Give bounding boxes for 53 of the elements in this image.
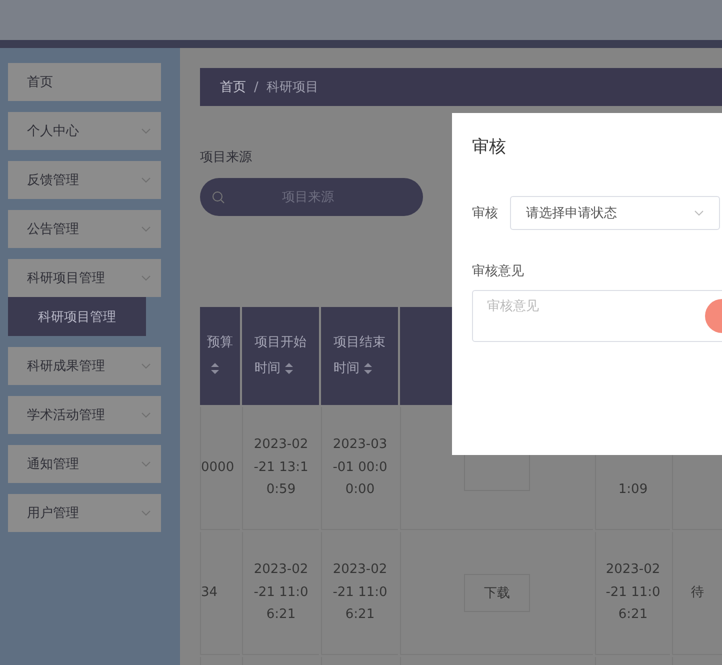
- sidebar-item-label: 通知管理: [27, 456, 79, 473]
- sidebar-item[interactable]: 科研项目管理: [8, 259, 161, 297]
- table-cell: 2023-02-21 11:06:21: [242, 532, 319, 655]
- table-cell: 2023-02-21 11:06:21: [321, 532, 398, 655]
- search-label: 项目来源: [200, 149, 252, 166]
- sidebar-item-label: 首页: [27, 74, 53, 91]
- table-cell: 2023-02-21 13:10:59: [242, 407, 319, 530]
- sidebar-item-label: 个人中心: [27, 123, 79, 140]
- table-cell: 0000: [200, 407, 240, 530]
- sidebar-item[interactable]: 科研成果管理: [8, 347, 161, 385]
- sidebar-subitem[interactable]: 科研项目管理: [8, 297, 146, 336]
- sidebar-item-label: 科研项目管理: [27, 270, 105, 287]
- column-header[interactable]: 预算: [200, 307, 240, 405]
- sidebar-item[interactable]: 公告管理: [8, 210, 161, 248]
- sidebar-item-label: 用户管理: [27, 505, 79, 522]
- chevron-down-icon: [694, 210, 704, 216]
- breadcrumb-separator: /: [254, 80, 258, 94]
- chevron-down-icon: [141, 510, 151, 516]
- sidebar-item-label: 反馈管理: [27, 172, 79, 189]
- sidebar-item-label: 学术活动管理: [27, 407, 105, 424]
- field-label: 审核意见: [472, 263, 525, 280]
- column-header[interactable]: 项目开始时间: [242, 307, 319, 405]
- sidebar-item[interactable]: 用户管理: [8, 494, 161, 532]
- breadcrumb-item[interactable]: 首页: [220, 78, 246, 96]
- column-header[interactable]: 项目结束时间: [321, 307, 398, 405]
- sort-icon[interactable]: [284, 362, 292, 374]
- table-cell: 2023-02-21 11:06:21: [595, 532, 670, 655]
- chevron-down-icon: [141, 177, 151, 183]
- chevron-down-icon: [141, 461, 151, 467]
- field-label: 审核: [472, 205, 498, 222]
- chevron-down-icon: [141, 128, 151, 134]
- sidebar-item[interactable]: 首页: [8, 63, 161, 101]
- download-button[interactable]: [464, 453, 530, 491]
- sidebar-item[interactable]: 学术活动管理: [8, 396, 161, 434]
- dialog-title: 审核: [472, 136, 507, 158]
- chevron-down-icon: [141, 412, 151, 418]
- table-cell: 2023-03-01 00:00:00: [321, 407, 398, 530]
- sidebar-item[interactable]: 反馈管理: [8, 161, 161, 199]
- status-select[interactable]: 请选择申请状态: [510, 196, 720, 230]
- sidebar-item[interactable]: 通知管理: [8, 445, 161, 483]
- sidebar-item[interactable]: 个人中心: [8, 112, 161, 150]
- download-button[interactable]: 下载: [464, 574, 530, 612]
- table-cell: 待: [672, 532, 722, 655]
- sort-icon[interactable]: [364, 362, 372, 374]
- sidebar-item-label: 公告管理: [27, 221, 79, 238]
- chevron-down-icon: [141, 226, 151, 232]
- search-icon: [212, 190, 225, 204]
- table-cell: 34: [200, 532, 240, 655]
- sort-icon[interactable]: [211, 362, 219, 374]
- chevron-down-icon: [141, 363, 151, 369]
- sidebar-item-label: 科研成果管理: [27, 358, 105, 375]
- chevron-down-icon: [141, 275, 151, 281]
- breadcrumb-item: 科研项目: [266, 79, 318, 96]
